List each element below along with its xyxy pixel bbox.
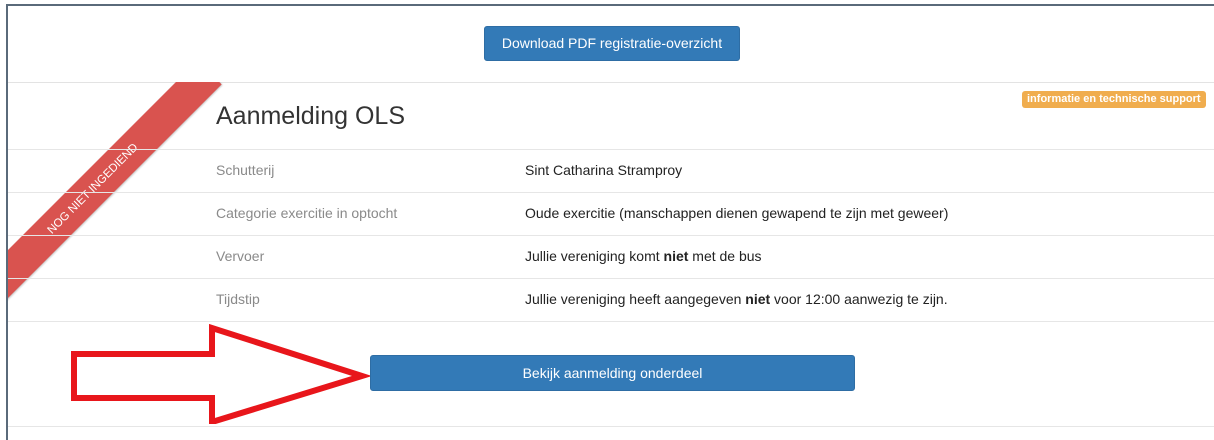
detail-row-vervoer: Vervoer Jullie vereniging komt niet met … — [8, 236, 1214, 278]
row-divider — [8, 321, 1214, 322]
registration-panel: Download PDF registratie-overzicht NOG N… — [6, 4, 1214, 440]
row-value: Oude exercitie (manschappen dienen gewap… — [525, 205, 949, 221]
row-label: Vervoer — [216, 248, 265, 264]
detail-row-tijdstip: Tijdstip Jullie vereniging heeft aangege… — [8, 279, 1214, 321]
row-label: Tijdstip — [216, 291, 260, 307]
page-title: Aanmelding OLS — [216, 102, 406, 130]
view-registration-button[interactable]: Bekijk aanmelding onderdeel — [370, 355, 855, 391]
row-value: Sint Catharina Stramproy — [525, 162, 683, 178]
row-divider — [8, 426, 1214, 427]
row-value: Jullie vereniging heeft aangegeven niet … — [525, 291, 948, 307]
download-pdf-button[interactable]: Download PDF registratie-overzicht — [484, 26, 740, 61]
row-label: Schutterij — [216, 162, 275, 178]
top-bar: Download PDF registratie-overzicht — [8, 6, 1214, 83]
row-value: Jullie vereniging komt niet met de bus — [525, 248, 762, 264]
support-badge[interactable]: informatie en technische support — [1022, 91, 1206, 108]
detail-row-categorie: Categorie exercitie in optocht Oude exer… — [8, 193, 1214, 235]
red-arrow-annotation — [71, 324, 370, 424]
row-label: Categorie exercitie in optocht — [216, 205, 398, 221]
detail-row-schutterij: Schutterij Sint Catharina Stramproy — [8, 150, 1214, 192]
